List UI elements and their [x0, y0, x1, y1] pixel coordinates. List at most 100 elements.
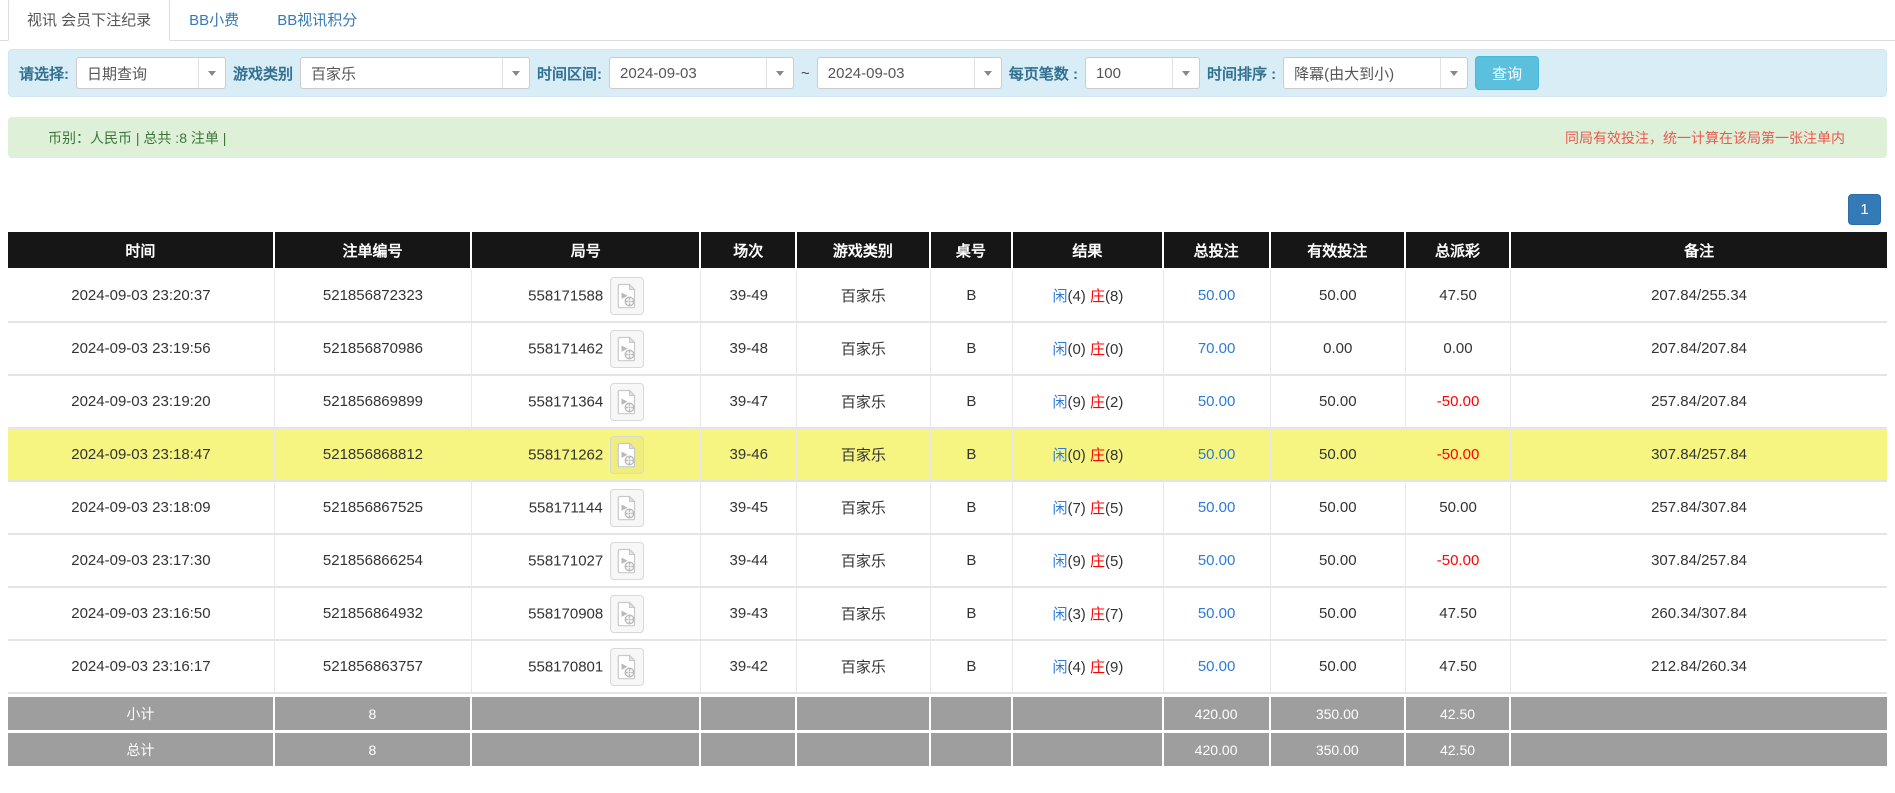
video-replay-button[interactable] — [610, 489, 644, 527]
cell-round-id: 558171588 — [472, 270, 701, 323]
col-header-4: 游戏类别 — [797, 232, 930, 270]
cell-bet-id: 521856870986 — [275, 323, 472, 376]
total-bet-link[interactable]: 50.00 — [1198, 393, 1236, 410]
result-player-label: 闲 — [1052, 394, 1067, 411]
game-type-value: 百家乐 — [311, 63, 496, 84]
cell-time: 2024-09-03 23:16:50 — [8, 588, 275, 641]
video-replay-button[interactable] — [610, 277, 644, 315]
grand-total-row: 总计8420.00350.0042.50 — [8, 730, 1887, 766]
same-round-note: 同局有效投注，统一计算在该局第一张注单内 — [1565, 128, 1845, 148]
cell-result: 闲(4) 庄(9) — [1013, 641, 1163, 694]
video-replay-button[interactable] — [610, 542, 644, 580]
round-id: 558171144 — [529, 499, 603, 516]
total-bet-link[interactable]: 50.00 — [1198, 552, 1236, 569]
video-file-icon — [617, 336, 637, 362]
cell-note: 307.84/257.84 — [1511, 429, 1887, 482]
video-file-icon — [617, 283, 637, 309]
col-header-6: 结果 — [1013, 232, 1163, 270]
cell-total-bet: 50.00 — [1164, 535, 1271, 588]
chevron-down-icon — [1172, 58, 1199, 88]
total-bet-link[interactable]: 50.00 — [1198, 287, 1236, 304]
col-header-9: 总派彩 — [1406, 232, 1511, 270]
cell-table-no: B — [931, 376, 1014, 429]
date-from-select[interactable]: 2024-09-03 — [609, 57, 794, 89]
video-file-icon — [617, 442, 637, 468]
table-row: 2024-09-03 23:16:17521856863757558170801… — [8, 641, 1887, 694]
footer-label: 小计 — [8, 694, 275, 730]
search-button[interactable]: 查询 — [1475, 56, 1539, 90]
sort-order-label: 时间排序 : — [1207, 63, 1276, 84]
tab-bar: 视讯 会员下注纪录 BB小费 BB视讯积分 — [0, 0, 1895, 41]
cell-table-no: B — [931, 323, 1014, 376]
video-replay-button[interactable] — [610, 595, 644, 633]
footer-valid-bet: 350.00 — [1271, 694, 1406, 730]
cell-game-type: 百家乐 — [797, 641, 930, 694]
round-id: 558171364 — [528, 393, 603, 410]
cell-game-type: 百家乐 — [797, 588, 930, 641]
cell-time: 2024-09-03 23:17:30 — [8, 535, 275, 588]
cell-time: 2024-09-03 23:18:47 — [8, 429, 275, 482]
video-replay-button[interactable] — [610, 436, 644, 474]
cell-result: 闲(9) 庄(5) — [1013, 535, 1163, 588]
query-type-value: 日期查询 — [87, 63, 192, 84]
cell-table-no: B — [931, 535, 1014, 588]
video-replay-button[interactable] — [610, 648, 644, 686]
table-header-row: 时间注单编号局号场次游戏类别桌号结果总投注有效投注总派彩备注 — [8, 232, 1887, 270]
page-size-select[interactable]: 100 — [1085, 57, 1200, 89]
cell-valid-bet: 50.00 — [1271, 535, 1406, 588]
round-id: 558171262 — [528, 446, 603, 463]
result-player-label: 闲 — [1052, 553, 1067, 570]
result-player-label: 闲 — [1052, 606, 1067, 623]
cell-bet-id: 521856872323 — [275, 270, 472, 323]
cell-table-no: B — [931, 270, 1014, 323]
table-row: 2024-09-03 23:19:20521856869899558171364… — [8, 376, 1887, 429]
total-bet-link[interactable]: 50.00 — [1198, 446, 1236, 463]
footer-total-bet: 420.00 — [1164, 694, 1271, 730]
total-bet-link[interactable]: 50.00 — [1198, 658, 1236, 675]
cell-round-id: 558170908 — [472, 588, 701, 641]
subtotal-row: 小计8420.00350.0042.50 — [8, 694, 1887, 730]
sort-order-select[interactable]: 降冪(由大到小) — [1283, 57, 1468, 89]
sort-order-value: 降冪(由大到小) — [1294, 63, 1434, 84]
cell-bet-id: 521856867525 — [275, 482, 472, 535]
col-header-7: 总投注 — [1164, 232, 1271, 270]
footer-count: 8 — [275, 730, 472, 766]
result-player-label: 闲 — [1052, 288, 1067, 305]
total-bet-link[interactable]: 50.00 — [1198, 499, 1236, 516]
col-header-0: 时间 — [8, 232, 275, 270]
cell-bet-id: 521856863757 — [275, 641, 472, 694]
tab-bb-video-points[interactable]: BB视讯积分 — [258, 0, 376, 41]
table-row: 2024-09-03 23:17:30521856866254558171027… — [8, 535, 1887, 588]
col-header-8: 有效投注 — [1271, 232, 1406, 270]
game-type-select[interactable]: 百家乐 — [300, 57, 530, 89]
cell-total-bet: 50.00 — [1164, 376, 1271, 429]
query-type-select[interactable]: 日期查询 — [76, 57, 226, 89]
cell-valid-bet: 0.00 — [1271, 323, 1406, 376]
cell-bet-id: 521856864932 — [275, 588, 472, 641]
video-replay-button[interactable] — [610, 383, 644, 421]
tab-bb-tips[interactable]: BB小费 — [170, 0, 258, 41]
pagination-page-1-button[interactable]: 1 — [1848, 194, 1881, 225]
table-row: 2024-09-03 23:18:47521856868812558171262… — [8, 429, 1887, 482]
round-id: 558170801 — [528, 658, 603, 675]
cell-note: 212.84/260.34 — [1511, 641, 1887, 694]
total-bet-link[interactable]: 70.00 — [1198, 340, 1236, 357]
chevron-down-icon — [766, 58, 793, 88]
result-player-label: 闲 — [1052, 341, 1067, 358]
date-from-value: 2024-09-03 — [620, 65, 760, 82]
video-replay-button[interactable] — [610, 330, 644, 368]
date-range-separator: ~ — [801, 65, 810, 82]
cell-game-type: 百家乐 — [797, 270, 930, 323]
cell-bet-id: 521856866254 — [275, 535, 472, 588]
total-bet-link[interactable]: 50.00 — [1198, 605, 1236, 622]
result-player-label: 闲 — [1052, 447, 1067, 464]
col-header-1: 注单编号 — [275, 232, 472, 270]
cell-valid-bet: 50.00 — [1271, 641, 1406, 694]
tab-video-bet-records[interactable]: 视讯 会员下注纪录 — [8, 0, 170, 41]
date-to-select[interactable]: 2024-09-03 — [817, 57, 1002, 89]
cell-game-type: 百家乐 — [797, 535, 930, 588]
table-row: 2024-09-03 23:19:56521856870986558171462… — [8, 323, 1887, 376]
cell-time: 2024-09-03 23:19:56 — [8, 323, 275, 376]
result-banker-label: 庄 — [1090, 394, 1105, 411]
cell-game-type: 百家乐 — [797, 482, 930, 535]
